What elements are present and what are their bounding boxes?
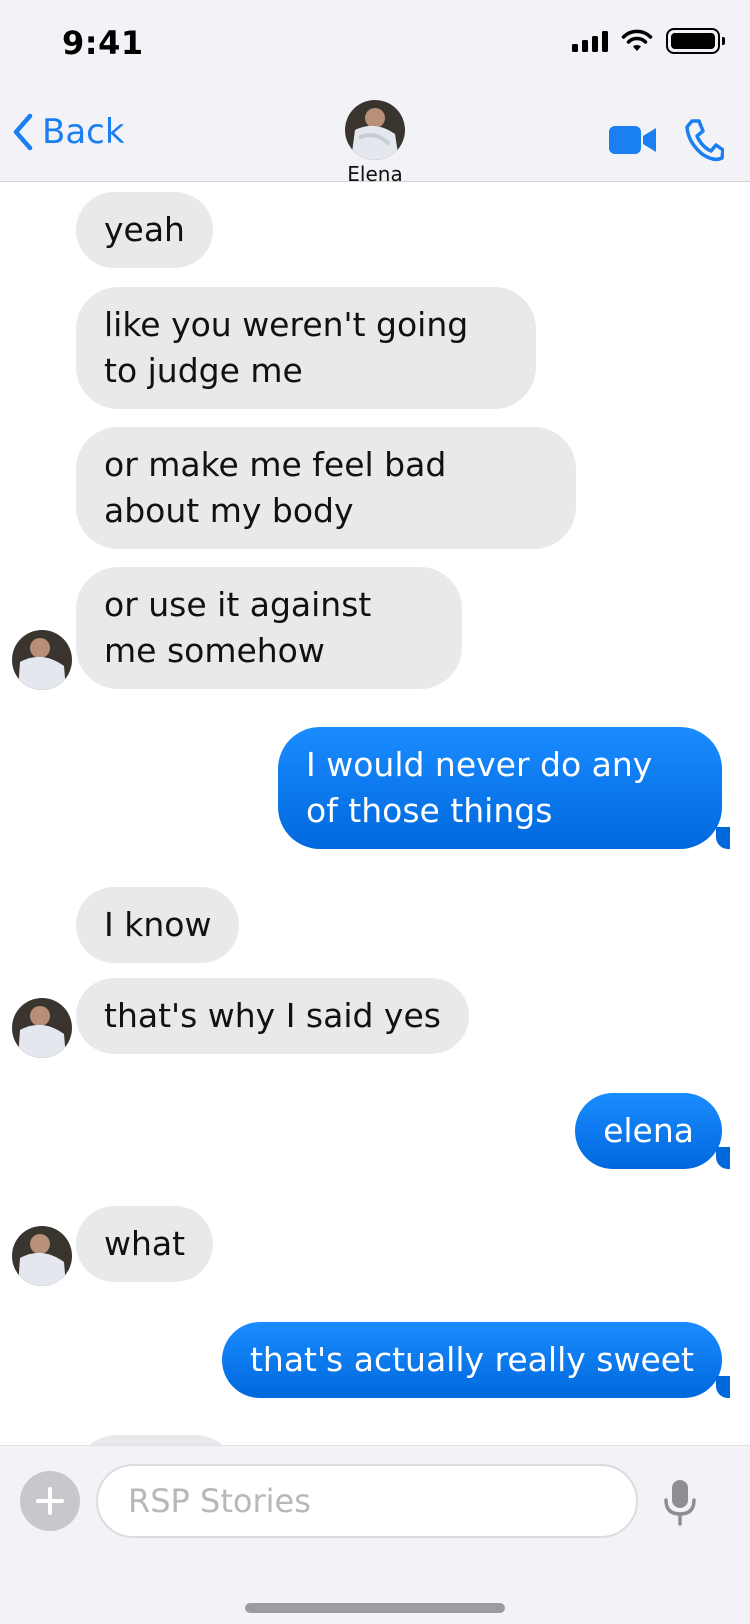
message-input-placeholder: RSP Stories xyxy=(128,1482,311,1520)
message-incoming[interactable]: what xyxy=(76,1206,214,1282)
message-thread[interactable]: yeah like you weren't going to judge me … xyxy=(0,183,750,1445)
bubble-tail xyxy=(716,1147,730,1169)
battery-icon xyxy=(666,28,725,54)
message-text: like you weren't going to judge me xyxy=(104,305,469,390)
message-incoming[interactable]: or make me feel bad about my body xyxy=(76,427,576,549)
message-text: or make me feel bad about my body xyxy=(104,445,447,530)
message-incoming-partial xyxy=(76,1435,236,1445)
avatar[interactable] xyxy=(12,1226,72,1286)
message-text: or use it against me somehow xyxy=(104,585,372,670)
wifi-icon xyxy=(621,29,653,51)
bubble-tail xyxy=(716,827,730,849)
composer-bar: RSP Stories xyxy=(0,1445,750,1624)
contact-header[interactable]: Elena xyxy=(325,100,425,186)
message-incoming[interactable]: like you weren't going to judge me xyxy=(76,287,536,409)
message-text: I would never do any of those things xyxy=(306,745,653,830)
plus-icon xyxy=(36,1487,64,1515)
message-text: that's why I said yes xyxy=(104,996,441,1035)
message-text: I know xyxy=(104,905,212,944)
bubble-tail xyxy=(716,1376,730,1398)
add-attachment-button[interactable] xyxy=(20,1471,80,1531)
home-indicator[interactable] xyxy=(245,1603,505,1613)
video-camera-icon[interactable] xyxy=(608,124,658,156)
signal-icon xyxy=(572,30,608,52)
avatar[interactable] xyxy=(12,630,72,690)
chevron-left-icon xyxy=(13,113,33,151)
phone-icon[interactable] xyxy=(684,118,724,162)
message-text: elena xyxy=(603,1111,694,1150)
back-button[interactable]: Back xyxy=(12,112,125,152)
message-outgoing[interactable]: elena xyxy=(575,1093,730,1169)
message-incoming[interactable]: that's why I said yes xyxy=(76,978,469,1054)
message-outgoing[interactable]: I would never do any of those things xyxy=(278,727,730,849)
message-text: what xyxy=(104,1224,186,1263)
message-incoming[interactable]: or use it against me somehow xyxy=(76,567,462,689)
message-outgoing[interactable]: that's actually really sweet xyxy=(221,1322,730,1398)
avatar[interactable] xyxy=(12,998,72,1058)
message-text: that's actually really sweet xyxy=(249,1340,694,1379)
message-incoming[interactable]: yeah xyxy=(76,192,213,268)
header-actions xyxy=(608,118,724,162)
microphone-icon[interactable] xyxy=(662,1478,698,1526)
status-time: 9:41 xyxy=(62,24,144,62)
top-bar: 9:41 Back Elena xyxy=(0,0,750,186)
message-input[interactable]: RSP Stories xyxy=(96,1464,638,1538)
back-label: Back xyxy=(42,112,125,152)
message-text: yeah xyxy=(104,210,185,249)
status-icons xyxy=(572,28,725,54)
message-incoming[interactable]: I know xyxy=(76,887,240,963)
avatar xyxy=(345,100,405,160)
